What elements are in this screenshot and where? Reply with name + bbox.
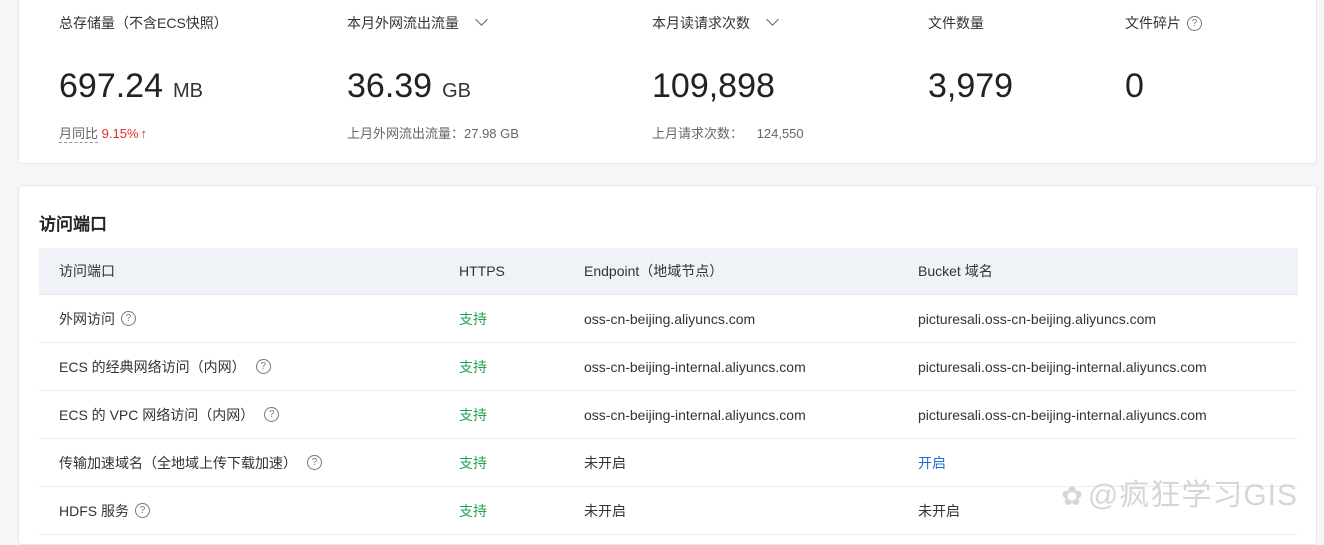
row-name: 传输加速域名（全地域上传下载加速） bbox=[59, 454, 297, 471]
stat-read-label-wrap[interactable]: 本月读请求次数 bbox=[652, 13, 779, 33]
stat-read-sub: 上月请求次数： 124,550 bbox=[652, 123, 804, 142]
stat-storage-value: 697.24 MB bbox=[59, 67, 203, 106]
stat-outbound-label: 本月外网流出流量 bbox=[347, 15, 459, 31]
mom-label[interactable]: 月同比 bbox=[59, 126, 99, 143]
row-https: 支持 bbox=[439, 486, 564, 535]
stat-file-count-label: 文件数量 bbox=[928, 15, 984, 31]
header-bucket: Bucket 域名 bbox=[898, 248, 1298, 295]
row-name-cell: 外网访问? bbox=[39, 294, 439, 343]
row-name: ECS 的 VPC 网络访问（内网） bbox=[59, 406, 255, 423]
header-port: 访问端口 bbox=[39, 248, 439, 295]
row-https: 支持 bbox=[439, 390, 564, 439]
watermark: ✿ @疯狂学习GIS bbox=[1061, 470, 1298, 514]
table-row: ECS 的经典网络访问（内网）? 支持 oss-cn-beijing-inter… bbox=[39, 342, 1298, 391]
row-endpoint: oss-cn-beijing-internal.aliyuncs.com bbox=[564, 390, 898, 439]
question-circle-icon[interactable]: ? bbox=[307, 455, 322, 471]
question-circle-icon[interactable]: ? bbox=[255, 359, 271, 375]
row-name: 外网访问 bbox=[59, 310, 115, 327]
row-endpoint: 未开启 bbox=[564, 486, 898, 535]
stat-read-label: 本月读请求次数 bbox=[652, 15, 750, 31]
row-bucket: picturesali.oss-cn-beijing.aliyuncs.com bbox=[898, 294, 1298, 343]
watermark-text: @疯狂学习GIS bbox=[1087, 479, 1298, 512]
stats-card: 总存储量（不含ECS快照） 697.24 MB 月同比 9.15% ↑ 本月外网流出… bbox=[18, 0, 1317, 164]
chevron-down-icon[interactable] bbox=[475, 13, 488, 26]
chevron-down-icon[interactable] bbox=[766, 13, 779, 26]
stat-fragments-value: 0 bbox=[1125, 67, 1144, 105]
stat-storage-mom: 月同比 9.15% ↑ bbox=[59, 123, 148, 143]
table-row: ECS 的 VPC 网络访问（内网）? 支持 oss-cn-beijing-in… bbox=[39, 390, 1298, 439]
mom-value: 9.15% bbox=[101, 126, 139, 141]
stat-outbound-unit: GB bbox=[442, 80, 471, 102]
stat-file-count-value: 3,979 bbox=[928, 67, 1014, 105]
stat-outbound-sub: 上月外网流出流量：27.98 GB bbox=[347, 126, 519, 141]
stat-read-value: 109,898 bbox=[652, 67, 775, 105]
stat-outbound-number: 36.39 bbox=[347, 67, 433, 105]
question-circle-icon[interactable]: ? bbox=[1187, 15, 1202, 31]
stat-fragments-label: 文件碎片 bbox=[1125, 15, 1181, 31]
stat-outbound-value: 36.39 GB bbox=[347, 67, 471, 106]
row-https: 支持 bbox=[439, 294, 564, 343]
row-https: 支持 bbox=[439, 438, 564, 487]
stat-fragments-label-wrap: 文件碎片? bbox=[1125, 13, 1202, 33]
row-endpoint: 未开启 bbox=[564, 438, 898, 487]
stat-storage-unit: MB bbox=[173, 80, 203, 102]
header-https: HTTPS bbox=[439, 248, 564, 295]
row-name-cell: ECS 的经典网络访问（内网）? bbox=[39, 342, 439, 391]
stat-outbound-label-wrap[interactable]: 本月外网流出流量 bbox=[347, 13, 488, 33]
row-name-cell: HDFS 服务? bbox=[39, 486, 439, 535]
row-endpoint: oss-cn-beijing.aliyuncs.com bbox=[564, 294, 898, 343]
row-name: HDFS 服务 bbox=[59, 502, 129, 519]
row-name-cell: 传输加速域名（全地域上传下载加速）? bbox=[39, 438, 439, 487]
row-name: ECS 的经典网络访问（内网） bbox=[59, 358, 246, 375]
question-circle-icon[interactable]: ? bbox=[264, 407, 280, 423]
row-name-cell: ECS 的 VPC 网络访问（内网）? bbox=[39, 390, 439, 439]
row-bucket: picturesali.oss-cn-beijing-internal.aliy… bbox=[898, 342, 1298, 391]
section-title: 访问端口 bbox=[39, 215, 107, 234]
row-https: 支持 bbox=[439, 342, 564, 391]
stat-storage-number: 697.24 bbox=[59, 67, 163, 105]
row-endpoint: oss-cn-beijing-internal.aliyuncs.com bbox=[564, 342, 898, 391]
stat-read-sub-value: 124,550 bbox=[756, 126, 804, 141]
table-row: 外网访问? 支持 oss-cn-beijing.aliyuncs.com pic… bbox=[39, 294, 1298, 343]
stat-read-sub-label: 上月请求次数： bbox=[652, 126, 744, 141]
row-bucket: picturesali.oss-cn-beijing-internal.aliy… bbox=[898, 390, 1298, 439]
header-endpoint: Endpoint（地域节点） bbox=[564, 248, 898, 295]
arrow-up-icon: ↑ bbox=[140, 126, 148, 141]
table-header-row: 访问端口 HTTPS Endpoint（地域节点） Bucket 域名 bbox=[39, 248, 1298, 295]
question-circle-icon[interactable]: ? bbox=[135, 503, 150, 519]
stat-storage-label: 总存储量（不含ECS快照） bbox=[59, 15, 228, 31]
question-circle-icon[interactable]: ? bbox=[121, 311, 136, 327]
paw-icon: ✿ bbox=[1061, 481, 1084, 511]
